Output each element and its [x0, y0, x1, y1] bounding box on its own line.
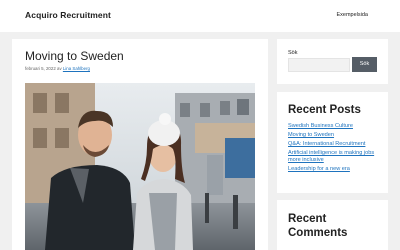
featured-image: [25, 83, 255, 250]
post-meta: februari 5, 2022 av Lina Sahlberg: [25, 66, 90, 71]
featured-image-photo: [25, 83, 255, 250]
search-label: Sök: [288, 50, 298, 56]
site-header: Acquiro Recruitment Exempelsida: [0, 0, 400, 32]
recent-posts-list: Swedish Business Culture Moving to Swede…: [288, 123, 384, 176]
search-button[interactable]: Sök: [352, 57, 377, 72]
recent-post-link[interactable]: Moving to Sweden: [288, 132, 384, 139]
recent-post-link[interactable]: Swedish Business Culture: [288, 123, 384, 130]
recent-posts-title: Recent Posts: [288, 104, 361, 116]
recent-post-link[interactable]: Artificial intelligence is making jobs m…: [288, 150, 384, 164]
recent-comments-title: Recent Comments: [288, 213, 348, 239]
search-widget: Sök Sök: [277, 39, 388, 84]
post-date: februari 5, 2022: [25, 66, 56, 71]
recent-post-link[interactable]: Q&A: International Recruitment: [288, 141, 384, 148]
post-title: Moving to Sweden: [25, 49, 124, 63]
post-by: av: [57, 66, 62, 71]
recent-comments-widget: Recent Comments: [277, 200, 388, 250]
site-title[interactable]: Acquiro Recruitment: [25, 10, 111, 20]
search-input[interactable]: [288, 58, 350, 72]
nav-item-exempelsida[interactable]: Exempelsida: [337, 12, 369, 18]
post-author-link[interactable]: Lina Sahlberg: [63, 66, 90, 71]
recent-posts-widget: Recent Posts Swedish Business Culture Mo…: [277, 92, 388, 193]
recent-post-link[interactable]: Leadership for a new era: [288, 166, 384, 173]
post-article: Moving to Sweden februari 5, 2022 av Lin…: [12, 39, 268, 250]
